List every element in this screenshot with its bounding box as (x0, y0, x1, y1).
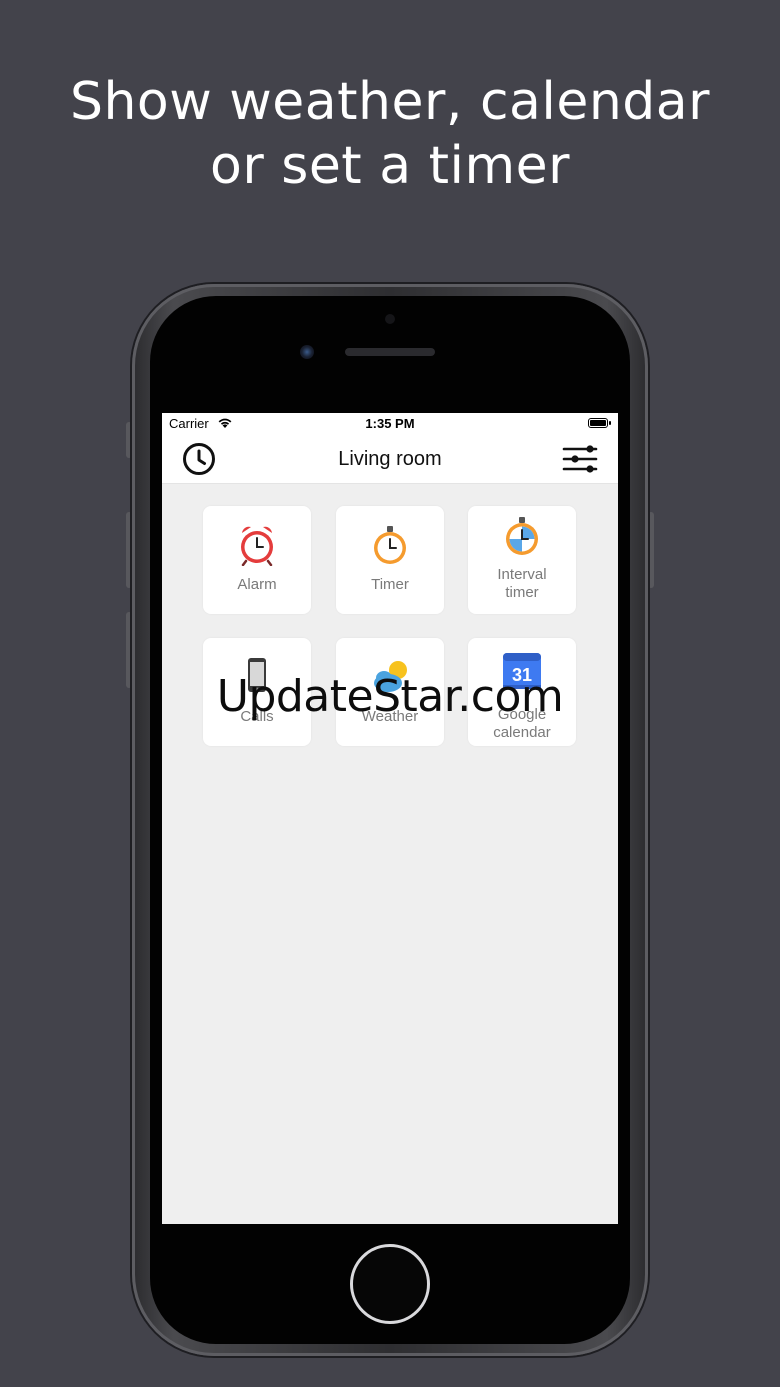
power-button (648, 512, 654, 588)
tile-label-alarm: Alarm (237, 576, 277, 593)
tile-timer[interactable]: Timer (336, 506, 444, 614)
status-bar: Carrier 1:35 PM (162, 413, 618, 435)
nav-bar: Living room (162, 435, 618, 484)
tile-alarm[interactable]: Alarm (203, 506, 311, 614)
app-screen: Carrier 1:35 PM Living room Alarm Timer … (162, 413, 618, 1224)
tile-label-timer: Timer (371, 576, 409, 593)
front-camera (300, 345, 314, 359)
headline-line-2: or set a timer (210, 136, 570, 196)
status-time: 1:35 PM (365, 416, 415, 431)
watermark: UpdateStar.com (216, 671, 564, 722)
earpiece-speaker (345, 348, 435, 356)
headline-line-1: Show weather, calendar (69, 72, 711, 132)
battery-icon (588, 418, 611, 428)
home-button[interactable] (350, 1244, 430, 1324)
timer-icon (374, 526, 406, 564)
alarm-clock-icon (241, 526, 273, 566)
stopwatch-icon (506, 517, 538, 555)
page-title: Living room (338, 448, 442, 470)
proximity-sensor (385, 314, 395, 324)
headline: Show weather, calendar or set a timer (0, 70, 780, 198)
tile-interval-timer[interactable]: Interval timer (468, 506, 576, 614)
tile-label-interval-timer: Interval timer (497, 566, 547, 601)
sliders-icon[interactable] (562, 444, 598, 474)
